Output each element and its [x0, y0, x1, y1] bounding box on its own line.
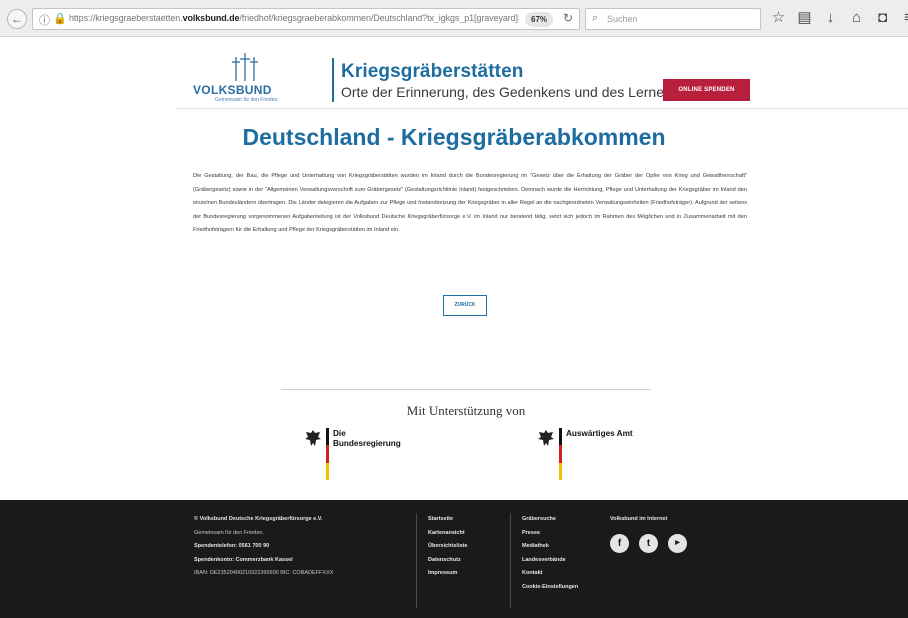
footer-link[interactable]: Kartenansicht	[428, 527, 508, 541]
footer-link[interactable]: Impressum	[428, 567, 508, 581]
site-subtitle: Orte der Erinnerung, des Gedenkens und d…	[341, 84, 679, 100]
footer-left-gutter	[0, 500, 176, 618]
menu-icon[interactable]: ≡	[900, 9, 908, 27]
footer: © Volksbund Deutsche Kriegsgräberfürsorg…	[176, 500, 908, 618]
pocket-icon[interactable]: ◘	[874, 9, 891, 27]
footer-org: © Volksbund Deutsche Kriegsgräberfürsorg…	[194, 516, 323, 522]
reload-icon[interactable]: ↻	[563, 11, 573, 25]
support-title: Mit Unterstützung von	[406, 403, 526, 418]
footer-contact: © Volksbund Deutsche Kriegsgräberfürsorg…	[194, 513, 419, 581]
donate-button[interactable]: ONLINE SPENDEN	[663, 79, 750, 101]
site-title[interactable]: Kriegsgräberstätten	[341, 61, 523, 83]
footer-link[interactable]: Presse	[522, 527, 602, 541]
body-text: Die Gestaltung, der Bau, die Pflege und …	[193, 173, 747, 234]
footer-social-title: Volksbund im Internet	[610, 516, 668, 522]
partner-name-line2: Bundesregierung	[333, 439, 401, 448]
eagle-icon	[305, 430, 321, 446]
flag-stripe	[326, 428, 329, 480]
footer-links-1: Startseite Kartenansicht Übersichtsliste…	[428, 513, 508, 581]
url-text[interactable]: https://kriegsgraeberstaetten.volksbund.…	[69, 13, 519, 23]
partner-name: Auswärtiges Amt	[566, 429, 633, 438]
page-title: Deutschland - Kriegsgräberabkommen	[242, 124, 666, 150]
home-icon[interactable]: ⌂	[848, 9, 865, 27]
search-icon: ⌕	[592, 12, 599, 24]
support-divider	[281, 389, 651, 390]
logo-text: VOLKSBUND	[193, 83, 272, 97]
back-arrow-icon[interactable]: ←	[7, 9, 27, 29]
partner-auswaertiges-amt[interactable]: Auswärtiges Amt	[537, 428, 647, 484]
lock-icon: 🔒	[53, 13, 67, 25]
footer-iban: IBAN: DE23520400210322266600 BIC: COBADE…	[194, 570, 334, 577]
footer-link[interactable]: Landesverbände	[522, 554, 602, 568]
footer-link[interactable]: Cookie-Einstellungen	[522, 581, 602, 595]
eagle-icon	[538, 430, 554, 446]
zoom-indicator[interactable]: 67%	[525, 12, 554, 27]
footer-link[interactable]: Übersichtsliste	[428, 540, 508, 554]
footer-link[interactable]: Datenschutz	[428, 554, 508, 568]
footer-link[interactable]: Gräbersuche	[522, 513, 602, 527]
footer-social-icons: f t ▶	[610, 534, 687, 553]
header-rule	[176, 108, 908, 109]
search-placeholder: Suchen	[607, 14, 638, 24]
facebook-icon[interactable]: f	[610, 534, 629, 553]
address-bar[interactable]: ⓘ 🔒 https://kriegsgraeberstaetten.volksb…	[32, 8, 580, 30]
flag-stripe	[559, 428, 562, 480]
footer-links-2: Gräbersuche Presse Mediathek Landesverbä…	[522, 513, 602, 595]
footer-tagline: Gemeinsam für den Frieden.	[194, 529, 265, 536]
volksbund-logo[interactable]: VOLKSBUND Gemeinsam für den Frieden.	[193, 51, 303, 103]
crosses-icon	[232, 53, 258, 81]
partner-name-line1: Die	[333, 429, 346, 438]
footer-phone: Spendentelefon: 0561 700 90	[194, 543, 270, 550]
toolbar-icons: ☆ ▤ ↓ ⌂ ◘ ≡	[770, 9, 908, 27]
footer-link[interactable]: Mediathek	[522, 540, 602, 554]
footer-divider	[416, 513, 417, 608]
header-divider	[332, 58, 334, 102]
twitter-icon[interactable]: t	[639, 534, 658, 553]
footer-link[interactable]: Startseite	[428, 513, 508, 527]
footer-bank: Spendenkonto: Commerzbank Kassel	[194, 556, 293, 563]
logo-tagline: Gemeinsam für den Frieden.	[215, 97, 279, 103]
download-icon[interactable]: ↓	[822, 9, 839, 27]
star-icon[interactable]: ☆	[770, 9, 787, 27]
search-input[interactable]: ⌕ Suchen	[585, 8, 761, 30]
footer-link[interactable]: Kontakt	[522, 567, 602, 581]
footer-divider	[510, 513, 511, 608]
back-button[interactable]: ZURÜCK	[443, 295, 487, 316]
browser-toolbar: ← ⓘ 🔒 https://kriegsgraeberstaetten.volk…	[0, 0, 908, 37]
info-icon[interactable]: ⓘ	[39, 12, 50, 28]
partner-bundesregierung[interactable]: Die Bundesregierung	[304, 428, 414, 484]
clipboard-icon[interactable]: ▤	[796, 9, 813, 27]
youtube-icon[interactable]: ▶	[668, 534, 687, 553]
